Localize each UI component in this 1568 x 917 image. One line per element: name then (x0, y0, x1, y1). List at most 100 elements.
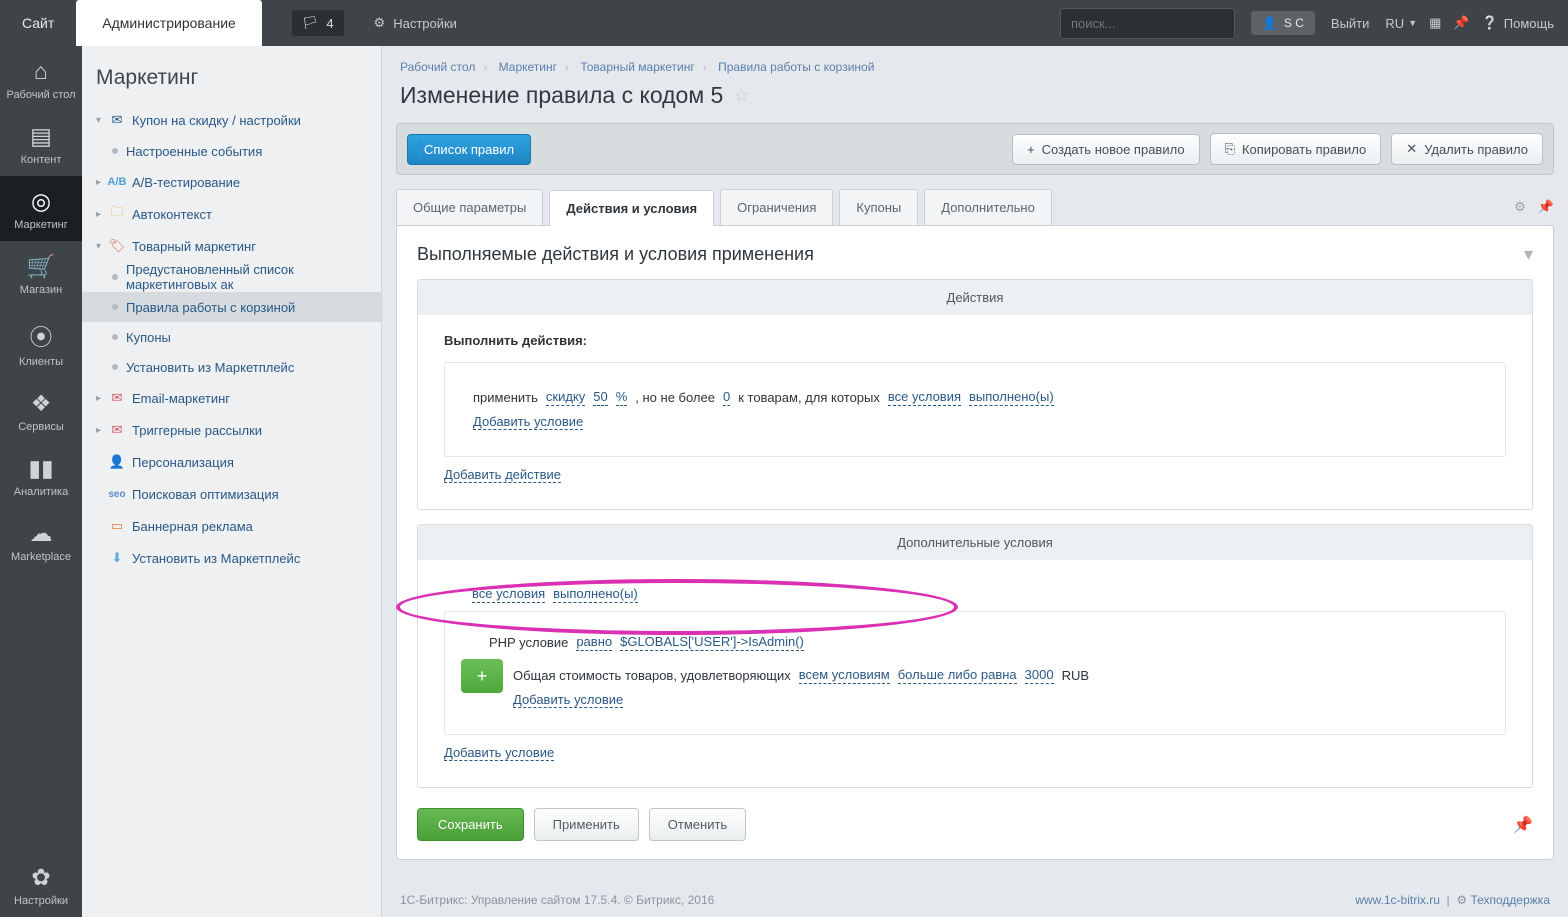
iconbar-settings[interactable]: ✿Настройки (0, 852, 82, 917)
flag-icon: 🏳 (302, 15, 319, 31)
actions-block: Действия Выполнить действия: применить с… (417, 279, 1533, 510)
home-icon: ⌂ (4, 58, 78, 85)
iconbar-clients[interactable]: ⦿Клиенты (0, 306, 82, 378)
crumb[interactable]: Правила работы с корзиной (718, 60, 874, 74)
php-op[interactable]: равно (576, 634, 612, 651)
target-icon: ◎ (4, 188, 78, 215)
tree-node-abtest[interactable]: ▸A/BA/B-тестирование (82, 166, 381, 198)
tree-node-email[interactable]: ▸✉Email-маркетинг (82, 382, 381, 414)
notifications-badge[interactable]: 🏳 4 (292, 10, 344, 36)
total-all[interactable]: всем условиям (799, 667, 890, 684)
iconbar-services[interactable]: ❖Сервисы (0, 378, 82, 443)
pin-icon[interactable]: 📌 (1453, 15, 1469, 31)
tree-leaf[interactable]: Купоны (82, 322, 381, 352)
tab-actions[interactable]: Действия и условия (549, 190, 714, 226)
tab-limits[interactable]: Ограничения (720, 189, 833, 225)
create-rule-button[interactable]: +Создать новое правило (1012, 134, 1199, 165)
extra-all[interactable]: все условия (472, 586, 545, 603)
site-tab[interactable]: Сайт (0, 0, 76, 46)
cloud-icon: ☁ (4, 520, 78, 547)
tree-node-install[interactable]: ⬇Установить из Маркетплейс (82, 542, 381, 574)
block-header: Дополнительные условия (418, 525, 1532, 560)
php-value[interactable]: $GLOBALS['USER']->IsAdmin() (620, 634, 804, 651)
trigger-icon: ✉ (108, 422, 126, 438)
caret-icon: ▸ (96, 177, 108, 188)
seo-icon: seo (108, 486, 126, 502)
gear-icon: ⚙ (374, 15, 386, 31)
perform-label: Выполнить действия: (444, 333, 1506, 348)
site-link[interactable]: www.1c-bitrix.ru (1355, 893, 1440, 907)
iconbar-content[interactable]: ▤Контент (0, 111, 82, 176)
tree-title: Маркетинг (82, 46, 381, 104)
tab-general[interactable]: Общие параметры (396, 189, 543, 225)
services-icon: ❖ (4, 390, 78, 417)
add-condition-link[interactable]: Добавить условие (473, 414, 583, 430)
iconbar-analytics[interactable]: ▮▮Аналитика (0, 443, 82, 508)
save-button[interactable]: Сохранить (417, 808, 524, 841)
main: Рабочий стол› Маркетинг› Товарный маркет… (382, 46, 1568, 917)
tree-node-coupon[interactable]: ▾✉Купон на скидку / настройки (82, 104, 381, 136)
tree-leaf[interactable]: Установить из Маркетплейс (82, 352, 381, 382)
topbar: Сайт Администрирование 🏳 4 ⚙ Настройки 🔍… (0, 0, 1568, 46)
crumb[interactable]: Маркетинг (499, 60, 557, 74)
tree-node-product-marketing[interactable]: ▾🏷Товарный маркетинг (82, 230, 381, 262)
crumb[interactable]: Товарный маркетинг (580, 60, 694, 74)
tree-node-banner[interactable]: ▭Баннерная реклама (82, 510, 381, 542)
caret-icon: ▸ (96, 393, 108, 404)
add-action-link[interactable]: Добавить действие (444, 467, 561, 483)
mail-icon: ✉ (108, 390, 126, 406)
support-link[interactable]: Техподдержка (1470, 893, 1550, 907)
iconbar-desktop[interactable]: ⌂Рабочий стол (0, 46, 82, 111)
iconbar-marketplace[interactable]: ☁Marketplace (0, 508, 82, 573)
tree-node-seo[interactable]: seoПоисковая оптимизация (82, 478, 381, 510)
action-line: применить скидку 50 % , но не более 0 к … (473, 389, 1477, 406)
analytics-icon: ▮▮ (4, 455, 78, 482)
delete-rule-button[interactable]: ✕Удалить правило (1391, 133, 1543, 165)
total-val[interactable]: 3000 (1025, 667, 1054, 684)
cond-all[interactable]: все условия (888, 389, 961, 406)
lang-select[interactable]: RU ▼ (1385, 16, 1417, 31)
tab-additional[interactable]: Дополнительно (924, 189, 1052, 225)
settings-label: Настройки (393, 16, 457, 31)
plus-icon[interactable]: + (461, 659, 503, 693)
tree-node-personalization[interactable]: 👤Персонализация (82, 446, 381, 478)
add-condition-link[interactable]: Добавить условие (444, 745, 554, 761)
tree-node-autocontext[interactable]: ▸🗀Автоконтекст (82, 198, 381, 230)
total-op[interactable]: больше либо равна (898, 667, 1017, 684)
tree-leaf[interactable]: Настроенные события (82, 136, 381, 166)
apply-button[interactable]: Применить (534, 808, 639, 841)
admin-tab[interactable]: Администрирование (76, 0, 262, 46)
tree-leaf[interactable]: Предустановленный список маркетинговых а… (82, 262, 381, 292)
iconbar-shop[interactable]: 🛒Магазин (0, 241, 82, 306)
user-menu[interactable]: 👤 S C (1251, 11, 1315, 35)
favorite-star-icon[interactable]: ☆ (733, 85, 749, 106)
calendar-icon[interactable]: ▦ (1429, 15, 1441, 31)
tabs: Общие параметры Действия и условия Огран… (396, 189, 1554, 225)
add-condition-link[interactable]: Добавить условие (513, 692, 623, 708)
tree-node-trigger[interactable]: ▸✉Триггерные рассылки (82, 414, 381, 446)
pin-icon[interactable]: 📌 (1538, 199, 1554, 215)
copy-rule-button[interactable]: ⎘Копировать правило (1210, 133, 1382, 165)
user-name: S C (1284, 16, 1304, 30)
topbar-settings[interactable]: ⚙ Настройки (374, 15, 457, 31)
help-link[interactable]: ❔ Помощь (1482, 15, 1554, 31)
tree-leaf-selected[interactable]: Правила работы с корзиной (82, 292, 381, 322)
discount-limit[interactable]: 0 (723, 389, 730, 406)
badge-count: 4 (326, 16, 333, 31)
search-input[interactable] (1061, 9, 1257, 38)
cond-done[interactable]: выполнено(ы) (969, 389, 1054, 406)
logout-link[interactable]: Выйти (1331, 16, 1370, 31)
crumb[interactable]: Рабочий стол (400, 60, 475, 74)
pin-icon[interactable]: 📌 (1513, 815, 1533, 835)
back-list-button[interactable]: Список правил (407, 134, 531, 165)
extra-done[interactable]: выполнено(ы) (553, 586, 638, 603)
cancel-button[interactable]: Отменить (649, 808, 746, 841)
tab-coupons[interactable]: Купоны (839, 189, 918, 225)
person-icon: 👤 (108, 454, 126, 470)
discount-amount[interactable]: 50 (593, 389, 607, 406)
discount-type[interactable]: скидку (546, 389, 585, 406)
collapse-icon[interactable]: ▾ (1524, 244, 1533, 265)
discount-unit[interactable]: % (616, 389, 628, 406)
iconbar-marketing[interactable]: ◎Маркетинг (0, 176, 82, 241)
gear-icon[interactable]: ⚙ (1514, 199, 1526, 215)
